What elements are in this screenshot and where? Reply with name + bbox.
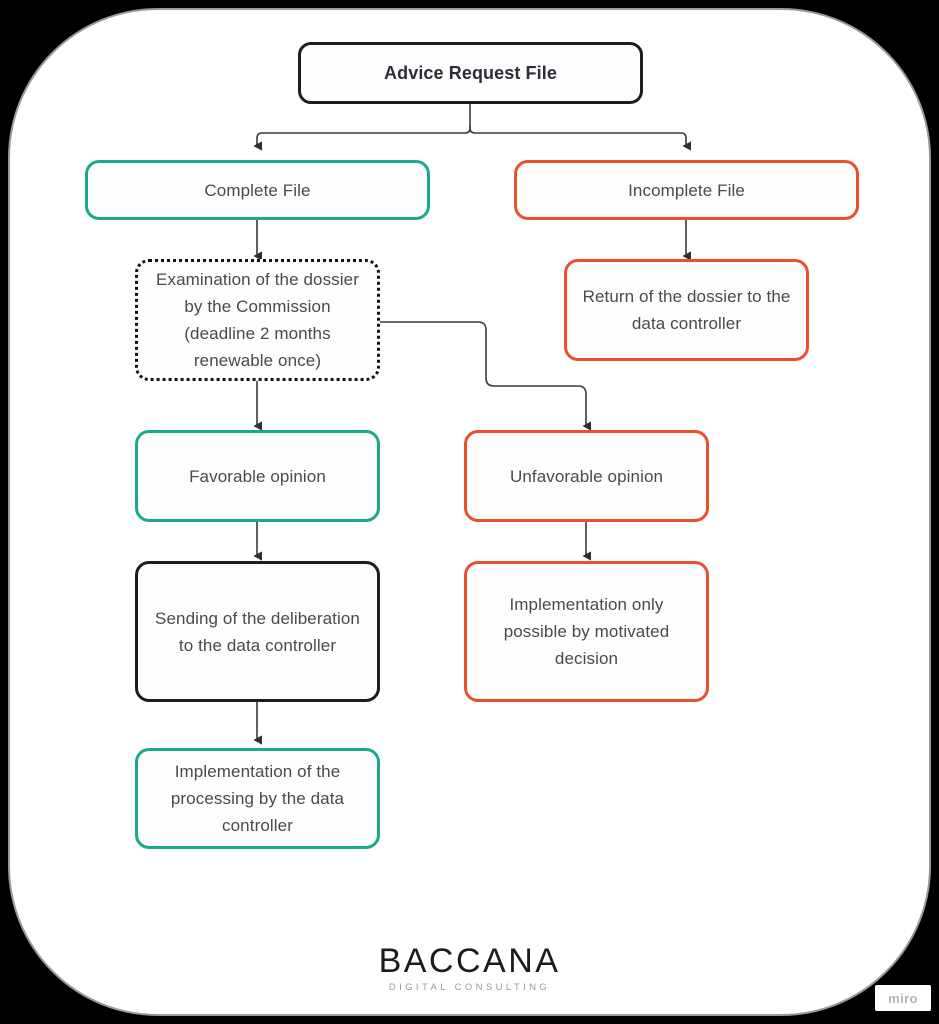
node-unfavorable-opinion[interactable]: Unfavorable opinion: [464, 430, 709, 522]
node-complete-file[interactable]: Complete File: [85, 160, 430, 220]
node-return-dossier[interactable]: Return of the dossier to the data contro…: [564, 259, 809, 361]
node-sending-deliberation[interactable]: Sending of the deliberation to the data …: [135, 561, 380, 702]
node-implementation-processing[interactable]: Implementation of the processing by the …: [135, 748, 380, 849]
screenshot-root: Advice Request File Complete File Incomp…: [0, 0, 939, 1024]
node-label: Sending of the deliberation to the data …: [155, 608, 360, 655]
node-label: Implementation of the processing by the …: [170, 762, 345, 835]
node-label: Implementation only possible by motivate…: [503, 595, 670, 668]
node-label: Examination of the dossier by the Commis…: [156, 270, 359, 370]
node-label: Advice Request File: [384, 62, 557, 83]
node-implementation-motivated[interactable]: Implementation only possible by motivate…: [464, 561, 709, 702]
node-label: Unfavorable opinion: [509, 466, 664, 486]
node-favorable-opinion[interactable]: Favorable opinion: [135, 430, 380, 522]
miro-watermark: miro: [875, 985, 931, 1011]
node-advice-request-file[interactable]: Advice Request File: [298, 42, 643, 104]
node-examination[interactable]: Examination of the dossier by the Commis…: [135, 259, 380, 381]
node-label: Return of the dossier to the data contro…: [582, 287, 791, 333]
miro-watermark-label: miro: [888, 990, 918, 1006]
logo-wordmark: BACCANA: [378, 942, 561, 980]
node-label: Favorable opinion: [189, 466, 326, 486]
node-label: Incomplete File: [628, 180, 745, 200]
node-incomplete-file[interactable]: Incomplete File: [514, 160, 859, 220]
logo-tagline: DIGITAL CONSULTING: [388, 982, 551, 993]
node-label: Complete File: [204, 180, 311, 200]
baccana-logo: BACCANA DIGITAL CONSULTING: [0, 944, 939, 994]
